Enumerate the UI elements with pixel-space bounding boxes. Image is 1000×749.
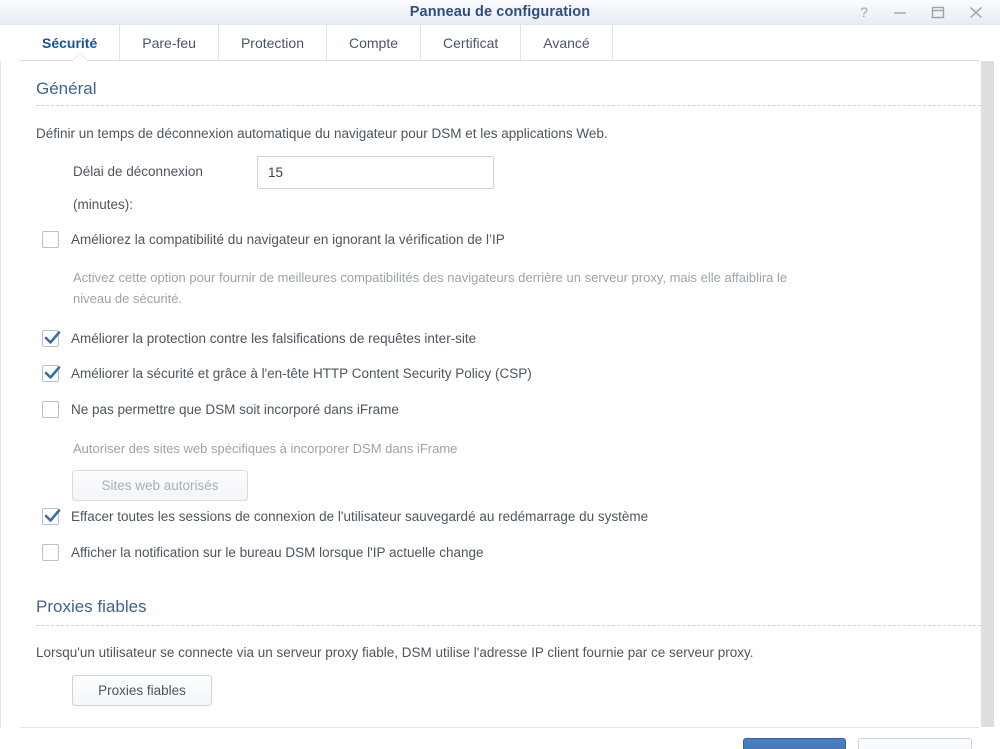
compat-help-line1: Activez cette option pour fournir de mei… [73,270,788,285]
checkbox-label: Afficher la notification sur le bureau D… [71,545,484,560]
tab-label: Pare-feu [142,35,196,51]
checkbox-csp-header[interactable] [42,365,61,382]
svg-text:?: ? [860,4,868,20]
iframe-help-text: Autoriser des sites web spécifiques à in… [73,441,458,456]
timeout-label-line1: Délai de déconnexion [73,164,203,179]
checkbox-row-csrf-protection[interactable]: Améliorer la protection contre les falsi… [42,330,476,347]
reset-button[interactable] [858,738,972,749]
tab-avance[interactable]: Avancé [521,25,613,61]
tab-label: Avancé [543,35,590,51]
checkbox-label: Améliorer la protection contre les falsi… [71,331,477,346]
allowed-sites-button[interactable]: Sites web autorisés [72,470,248,501]
maximize-icon[interactable] [928,3,948,22]
help-icon[interactable]: ? [854,3,874,22]
timeout-input[interactable] [257,156,494,189]
tab-label: Protection [240,35,304,51]
tab-certificat[interactable]: Certificat [421,25,522,61]
checkbox-clear-sessions[interactable] [42,508,61,525]
close-icon[interactable] [966,3,986,22]
checkbox-row-ignore-ip-check[interactable]: Améliorez la compatibilité du navigateur… [42,231,505,248]
trusted-proxies-button[interactable]: Proxies fiables [72,675,212,706]
minimize-icon[interactable] [890,3,910,22]
section-title-general: Général [36,79,97,98]
section-divider-general [36,105,981,106]
timeout-label-line2: (minutes): [73,197,134,212]
general-description: Définir un temps de déconnexion automati… [36,126,608,141]
settings-content: Général Définir un temps de déconnexion … [0,61,1000,727]
checkbox-csrf-protection[interactable] [42,330,61,347]
tab-bar: Sécurité Pare-feu Protection Compte Cert… [0,25,1000,61]
check-icon [44,509,61,522]
tab-label: Compte [349,35,399,51]
check-icon [44,366,61,379]
apply-button[interactable] [743,738,846,749]
tab-compte[interactable]: Compte [327,25,422,61]
window-titlebar: Panneau de configuration ? [0,0,1000,25]
compat-help-line2: niveau de sécurité. [73,291,183,306]
proxies-description: Lorsqu'un utilisateur se connecte via un… [36,645,754,660]
checkbox-row-deny-iframe[interactable]: Ne pas permettre que DSM soit incorporé … [42,401,399,418]
tab-pare-feu[interactable]: Pare-feu [120,25,219,61]
checkbox-label: Ne pas permettre que DSM soit incorporé … [71,402,399,417]
active-tab-caret [73,54,87,61]
tab-label: Sécurité [42,35,98,51]
checkbox-label: Améliorez la compatibilité du navigateur… [71,232,505,247]
checkbox-row-csp-header[interactable]: Améliorer la sécurité et grâce à l'en-tê… [42,365,532,382]
vertical-scrollbar[interactable] [981,61,994,727]
checkbox-row-ip-change-notification[interactable]: Afficher la notification sur le bureau D… [42,544,484,561]
tab-label: Certificat [443,35,499,51]
checkbox-label: Améliorer la sécurité et grâce à l'en-tê… [71,366,532,381]
checkbox-ip-change-notification[interactable] [42,544,59,561]
checkbox-ignore-ip-check[interactable] [42,231,59,248]
control-panel-window: Panneau de configuration ? Sécurité Pare… [0,0,1000,749]
dialog-footer [0,728,1000,749]
tab-securite[interactable]: Sécurité [20,25,121,61]
section-title-proxies: Proxies fiables [36,597,147,616]
window-title: Panneau de configuration [409,4,591,20]
section-divider-proxies [36,625,981,626]
check-icon [44,331,61,344]
tab-protection[interactable]: Protection [219,25,327,61]
checkbox-row-clear-sessions[interactable]: Effacer toutes les sessions de connexion… [42,508,648,525]
checkbox-label: Effacer toutes les sessions de connexion… [71,509,649,524]
checkbox-deny-iframe[interactable] [42,401,59,418]
